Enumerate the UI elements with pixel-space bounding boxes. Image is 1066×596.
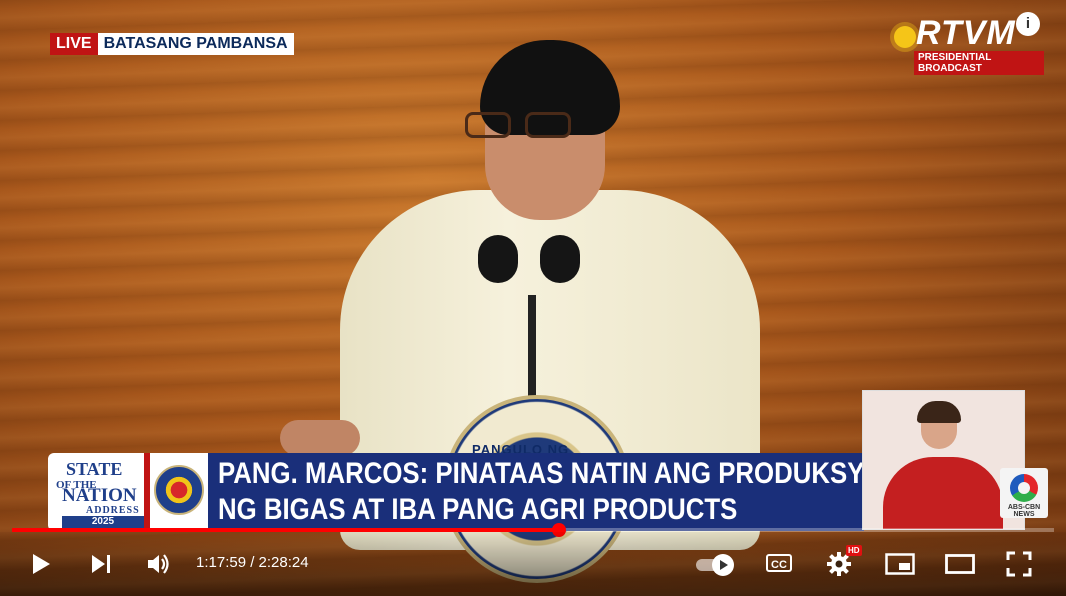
live-label: LIVE [50, 33, 98, 55]
location-label: BATASANG PAMBANSA [97, 33, 294, 55]
sona-logo-line3: NATION [62, 485, 137, 506]
miniplayer-icon [885, 553, 915, 575]
sun-icon [894, 26, 916, 48]
sona-logo-line1: STATE [66, 459, 123, 479]
fullscreen-button[interactable] [1004, 548, 1034, 580]
abs-cbn-label: ABS-CBN NEWS [1007, 504, 1041, 518]
microphone-right [540, 235, 580, 283]
time-display: 1:17:59 / 2:28:24 [196, 554, 309, 571]
emblem-icon [154, 465, 204, 515]
theater-mode-button[interactable] [944, 548, 976, 580]
rtvm-wordmark: RTVM [916, 14, 1016, 52]
miniplayer-button[interactable] [884, 548, 916, 580]
play-icon [33, 554, 50, 574]
volume-icon [148, 554, 169, 574]
hd-badge: HD [846, 545, 862, 556]
fullscreen-icon [1006, 551, 1032, 577]
play-button[interactable] [26, 548, 56, 580]
sona-logo-stripe [144, 453, 150, 531]
sona-logo: STATE OF THE NATION ADDRESS 2025 [48, 453, 208, 531]
next-button[interactable] [86, 548, 116, 580]
microphone-left [478, 235, 518, 283]
headline-line2: NG BIGAS AT IBA PANG AGRI PRODUCTS [218, 493, 738, 526]
autoplay-toggle[interactable] [696, 554, 736, 576]
abs-cbn-rings-icon [1010, 474, 1038, 502]
abs-cbn-logo: ABS-CBN NEWS [1000, 468, 1048, 518]
speaker-glasses [465, 112, 585, 140]
volume-button[interactable] [144, 548, 174, 580]
theater-icon [945, 554, 975, 574]
headline-bar: PANG. MARCOS: PINATAAS NATIN ANG PRODUKS… [208, 453, 903, 531]
player-controls: 1:17:59 / 2:28:24 CC [0, 532, 1066, 596]
speaker-hand [280, 420, 360, 456]
video-player[interactable]: PANGULO NG LIVE BATASANG PAMBANSA RTVM P… [0, 0, 1066, 596]
sona-logo-line4: ADDRESS [86, 505, 140, 516]
subtitles-button[interactable]: CC [766, 554, 792, 572]
autoplay-play-icon [712, 554, 734, 576]
next-icon [92, 555, 110, 573]
rtvm-subtitle: PRESIDENTIAL BROADCAST [914, 51, 1044, 75]
live-badge: LIVE BATASANG PAMBANSA [50, 33, 294, 55]
headline-line1: PANG. MARCOS: PINATAAS NATIN ANG PRODUKS… [218, 457, 904, 490]
info-icon[interactable]: i [1016, 12, 1040, 36]
sona-logo-year: 2025 [62, 516, 144, 528]
